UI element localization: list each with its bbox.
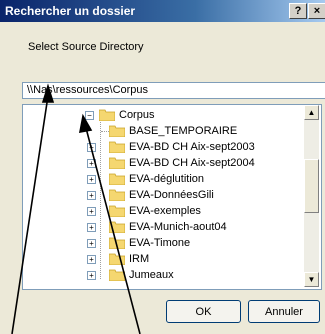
arrowhead-icon [78, 113, 93, 133]
annotation-arrows [11, 83, 141, 334]
arrow-to-corpus-node [85, 127, 141, 334]
arrow-to-path-field [11, 95, 49, 334]
arrowhead-icon [41, 83, 55, 103]
